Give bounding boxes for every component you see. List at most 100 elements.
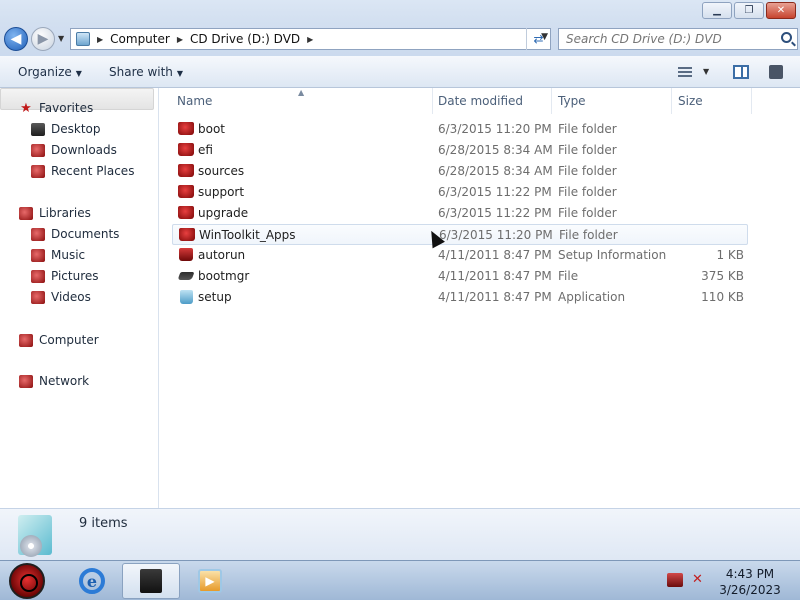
column-header-date[interactable]: Date modified	[432, 88, 552, 114]
file-date: 6/28/2015 8:34 AM	[438, 164, 553, 178]
address-bar[interactable]: ▶ Computer ▶ CD Drive (D:) DVD ▶ ▼	[70, 28, 551, 50]
nav-item-network[interactable]: Network	[19, 372, 89, 390]
recent-places-icon	[31, 164, 45, 178]
file-date: 6/28/2015 8:34 AM	[438, 143, 553, 157]
search-icon[interactable]	[781, 32, 792, 43]
file-type: File	[558, 269, 579, 283]
setup-information-icon	[179, 248, 193, 261]
file-list: ▲ Name Date modified Type Size boot 6/3/…	[160, 88, 800, 508]
share-with-button[interactable]: Share with ▼	[109, 65, 183, 79]
recent-pages-dropdown[interactable]: ▼	[58, 34, 64, 43]
file-size: 1 KB	[716, 248, 744, 262]
nav-label: Libraries	[39, 206, 91, 220]
file-row[interactable]: support 6/3/2015 11:22 PM File folder	[172, 182, 748, 203]
title-bar: ▁ ❐ ✕	[0, 0, 800, 24]
clock-date: 3/26/2023	[719, 583, 781, 597]
details-pane: 9 items	[0, 508, 800, 560]
file-row[interactable]: sources 6/28/2015 8:34 AM File folder	[172, 161, 748, 182]
file-row[interactable]: bootmgr 4/11/2011 8:47 PM File 375 KB	[172, 266, 748, 287]
forward-arrow-icon: ▶	[37, 31, 49, 47]
search-input[interactable]	[566, 32, 766, 46]
search-box[interactable]	[558, 28, 798, 50]
computer-icon	[19, 333, 33, 347]
folder-icon	[178, 185, 194, 198]
start-button[interactable]	[9, 563, 45, 599]
taskbar-media-player[interactable]: ▶	[184, 563, 236, 599]
nav-item-computer[interactable]: Computer	[19, 331, 99, 349]
nav-item-downloads[interactable]: Downloads	[31, 141, 117, 159]
nav-item-desktop[interactable]: Desktop	[31, 120, 101, 138]
organize-label: Organize	[18, 65, 72, 79]
file-name: WinToolkit_Apps	[199, 228, 296, 242]
folder-icon	[178, 206, 194, 219]
taskbar-internet-explorer[interactable]: e	[66, 563, 118, 599]
column-name-label: Name	[177, 94, 213, 108]
refresh-button[interactable]: ⇄	[526, 28, 550, 50]
file-name: support	[198, 185, 245, 199]
taskbar-windows-explorer[interactable]	[122, 563, 180, 599]
clock-time: 4:43 PM	[725, 567, 775, 581]
maximize-button[interactable]: ❐	[734, 2, 764, 19]
volume-muted-icon[interactable]: ✕	[692, 573, 708, 587]
help-icon[interactable]	[769, 65, 783, 79]
network-icon	[19, 374, 33, 388]
chevron-right-icon[interactable]: ▶	[97, 35, 103, 44]
organize-button[interactable]: Organize ▼	[18, 65, 82, 79]
file-size: 110 KB	[701, 290, 744, 304]
nav-label: Favorites	[39, 101, 94, 115]
breadcrumb-cd-drive[interactable]: CD Drive (D:) DVD	[190, 32, 300, 46]
breadcrumb-computer[interactable]: Computer	[110, 32, 170, 46]
file-type: File folder	[558, 185, 617, 199]
change-view-icon[interactable]	[678, 67, 692, 77]
nav-item-videos[interactable]: Videos	[31, 288, 91, 306]
address-row: ◀ ▶ ▼ ▶ Computer ▶ CD Drive (D:) DVD ▶ ▼…	[0, 24, 800, 56]
file-name: efi	[198, 143, 213, 157]
system-clock[interactable]: 4:43 PM 3/26/2023	[718, 566, 782, 598]
file-name: bootmgr	[198, 269, 250, 283]
preview-pane-icon[interactable]	[733, 65, 749, 79]
nav-label: Videos	[51, 290, 91, 304]
more-options-dropdown[interactable]: ▼	[703, 67, 709, 76]
close-button[interactable]: ✕	[766, 2, 796, 19]
nav-item-libraries[interactable]: Libraries	[19, 204, 91, 222]
file-date: 4/11/2011 8:47 PM	[438, 269, 552, 283]
file-row-hovered[interactable]: WinToolkit_Apps 6/3/2015 11:20 PM File f…	[172, 224, 748, 245]
forward-button[interactable]: ▶	[31, 27, 55, 51]
network-tray-icon[interactable]	[667, 573, 683, 587]
file-date: 6/3/2015 11:22 PM	[438, 185, 552, 199]
chevron-right-icon[interactable]: ▶	[307, 35, 313, 44]
nav-item-documents[interactable]: Documents	[31, 225, 119, 243]
pictures-icon	[31, 269, 45, 283]
file-row[interactable]: efi 6/28/2015 8:34 AM File folder	[172, 140, 748, 161]
column-header-size[interactable]: Size	[672, 88, 752, 114]
file-name: upgrade	[198, 206, 249, 220]
back-button[interactable]: ◀	[4, 27, 28, 51]
file-type: File folder	[558, 206, 617, 220]
file-row[interactable]: upgrade 6/3/2015 11:22 PM File folder	[172, 203, 748, 224]
nav-label: Pictures	[51, 269, 99, 283]
nav-item-music[interactable]: Music	[31, 246, 85, 264]
column-header-name[interactable]: Name	[171, 88, 433, 114]
internet-explorer-icon: e	[79, 568, 105, 594]
file-row[interactable]: autorun 4/11/2011 8:47 PM Setup Informat…	[172, 245, 748, 266]
star-icon: ★	[20, 100, 32, 116]
file-type: File folder	[558, 164, 617, 178]
chevron-right-icon[interactable]: ▶	[177, 35, 183, 44]
nav-item-recent-places[interactable]: Recent Places	[31, 162, 134, 180]
file-type: Application	[558, 290, 626, 304]
explorer-icon	[140, 569, 162, 593]
window-controls: ▁ ❐ ✕	[702, 2, 796, 19]
nav-label: Music	[51, 248, 86, 262]
file-row[interactable]: setup 4/11/2011 8:47 PM Application 110 …	[172, 287, 748, 308]
nav-label: Desktop	[51, 122, 101, 136]
taskbar: e ▶ ✕ 4:43 PM 3/26/2023	[0, 560, 800, 600]
minimize-button[interactable]: ▁	[702, 2, 732, 19]
column-type-label: Type	[558, 94, 586, 108]
drive-icon	[76, 32, 90, 46]
file-date: 6/3/2015 11:22 PM	[438, 206, 552, 220]
nav-item-pictures[interactable]: Pictures	[31, 267, 99, 285]
refresh-icon: ⇄	[533, 32, 544, 46]
nav-item-favorites[interactable]: ★ Favorites	[19, 99, 93, 117]
column-header-type[interactable]: Type	[552, 88, 672, 114]
file-row[interactable]: boot 6/3/2015 11:20 PM File folder	[172, 119, 748, 140]
